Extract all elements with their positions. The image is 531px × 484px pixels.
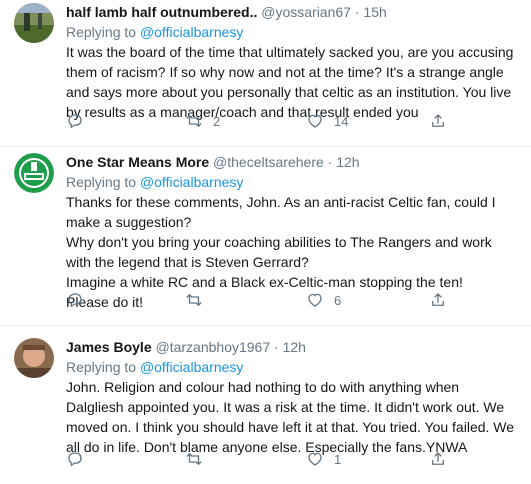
action-bar: 6 (66, 291, 519, 311)
like-count: 1 (334, 451, 342, 467)
tweet-paragraph: John. Religion and colour had nothing to… (66, 379, 515, 455)
like-button[interactable]: 1 (306, 450, 341, 468)
avatar-image (14, 153, 54, 193)
share-icon (432, 452, 444, 465)
tweet-text: John. Religion and colour had nothing to… (66, 377, 519, 457)
replying-prefix: Replying to (66, 174, 140, 190)
separator: · (327, 154, 333, 170)
mention-link[interactable]: @officialbarnesy (140, 174, 243, 190)
timestamp[interactable]: 12h (283, 339, 306, 355)
share-button[interactable] (429, 112, 447, 130)
timestamp[interactable]: 12h (336, 154, 359, 170)
tweet-paragraph: It was the board of the time that ultima… (66, 44, 514, 120)
avatar-image (14, 338, 54, 378)
reply-button[interactable] (66, 450, 94, 468)
tweet[interactable]: half lamb half outnumbered.. @yossarian6… (0, 0, 531, 147)
reply-icon (68, 452, 82, 467)
tweet[interactable]: One Star Means More @theceltsarehere · 1… (0, 147, 531, 326)
reply-button[interactable] (66, 291, 94, 309)
mention-link[interactable]: @officialbarnesy (140, 359, 243, 375)
reply-icon (68, 293, 82, 308)
avatar[interactable] (14, 153, 54, 193)
avatar[interactable] (14, 3, 54, 43)
retweet-button[interactable] (185, 291, 213, 309)
tweet[interactable]: James Boyle @tarzanbhoy1967 · 12h Replyi… (0, 326, 531, 484)
replying-to: Replying to @officialbarnesy (66, 357, 519, 377)
mention-link[interactable]: @officialbarnesy (140, 24, 243, 40)
tweet-paragraph: Imagine a white RC and a Black ex-Celtic… (66, 274, 463, 290)
like-button[interactable]: 6 (306, 291, 341, 309)
avatar[interactable] (14, 338, 54, 378)
tweet-header: James Boyle @tarzanbhoy1967 · 12h (66, 338, 519, 357)
like-icon (308, 452, 322, 466)
display-name[interactable]: half lamb half outnumbered.. (66, 4, 257, 20)
replying-to: Replying to @officialbarnesy (66, 172, 519, 192)
tweet-paragraph: Thanks for these comments, John. As an a… (66, 194, 496, 230)
user-handle[interactable]: @tarzanbhoy1967 (156, 339, 271, 355)
user-handle[interactable]: @yossarian67 (261, 4, 351, 20)
retweet-icon (186, 453, 202, 465)
like-count: 6 (334, 292, 342, 308)
display-name[interactable]: One Star Means More (66, 154, 209, 170)
tweet-text: It was the board of the time that ultima… (66, 42, 519, 122)
like-count: 14 (334, 113, 349, 129)
retweet-icon (186, 294, 202, 306)
action-bar: 2 14 (66, 112, 519, 132)
display-name[interactable]: James Boyle (66, 339, 152, 355)
separator: · (354, 4, 360, 20)
action-bar: 1 (66, 450, 519, 470)
retweet-count: 2 (213, 113, 221, 129)
share-icon (432, 114, 444, 127)
tweet-header: One Star Means More @theceltsarehere · 1… (66, 153, 519, 172)
tweet-header: half lamb half outnumbered.. @yossarian6… (66, 3, 519, 22)
replying-prefix: Replying to (66, 24, 140, 40)
reply-button[interactable] (66, 112, 94, 130)
reply-icon (68, 114, 82, 129)
tweet-paragraph: Why don't you bring your coaching abilit… (66, 234, 492, 270)
like-icon (308, 293, 322, 307)
avatar-image (14, 3, 54, 43)
timestamp[interactable]: 15h (363, 4, 386, 20)
share-button[interactable] (429, 450, 447, 468)
separator: · (274, 339, 279, 355)
like-icon (308, 114, 322, 128)
like-button[interactable]: 14 (306, 112, 348, 130)
retweet-button[interactable] (185, 450, 213, 468)
replying-prefix: Replying to (66, 359, 140, 375)
share-icon (432, 293, 444, 306)
retweet-button[interactable]: 2 (185, 112, 220, 130)
replying-to: Replying to @officialbarnesy (66, 22, 519, 42)
user-handle[interactable]: @theceltsarehere (213, 154, 324, 170)
retweet-icon (186, 115, 202, 127)
share-button[interactable] (429, 291, 447, 309)
